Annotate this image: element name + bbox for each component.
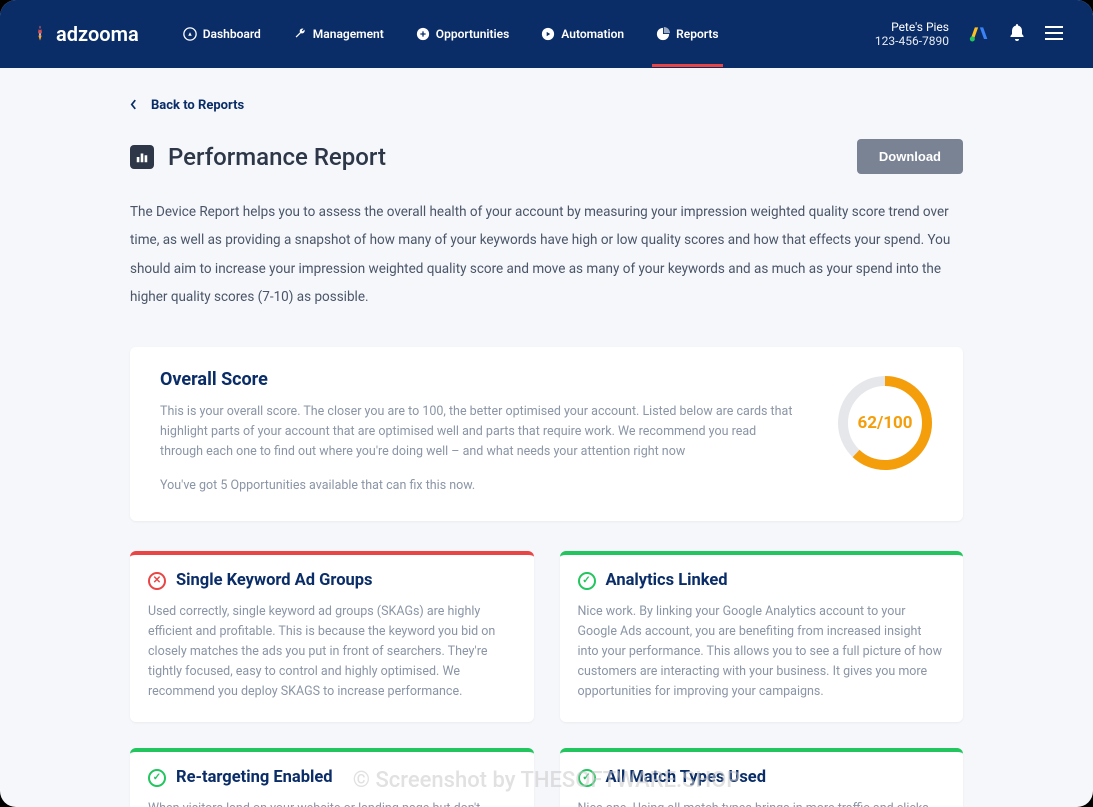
hamburger-icon[interactable] — [1045, 25, 1063, 44]
card-title: Re-targeting Enabled — [176, 768, 333, 787]
card-title: Single Keyword Ad Groups — [176, 571, 373, 590]
nav-reports[interactable]: Reports — [652, 19, 722, 49]
content-area: Back to Reports Performance Report Downl… — [0, 68, 1093, 807]
score-description: This is your overall score. The closer y… — [160, 402, 797, 462]
back-link[interactable]: Back to Reports — [130, 98, 963, 113]
card-body: When visitors land on your website or la… — [148, 799, 516, 807]
card-all-match-types: ✓ All Match Types Used Nice one. Using a… — [560, 748, 964, 807]
nav-label: Dashboard — [203, 27, 261, 41]
score-opportunities: You've got 5 Opportunities available tha… — [160, 478, 797, 493]
back-link-label: Back to Reports — [151, 98, 244, 113]
score-ring: 62/100 — [837, 375, 933, 471]
bar-chart-icon — [130, 145, 154, 169]
google-ads-icon[interactable] — [969, 25, 989, 43]
explore-icon — [183, 27, 197, 41]
nav-dashboard[interactable]: Dashboard — [179, 19, 265, 49]
card-analytics-linked: ✓ Analytics Linked Nice work. By linking… — [560, 551, 964, 722]
nav-label: Management — [313, 27, 384, 41]
pie-chart-icon — [656, 27, 670, 41]
card-title: Analytics Linked — [606, 571, 728, 590]
top-bar: adzooma Dashboard Management Opportuniti… — [0, 0, 1093, 68]
nav-label: Automation — [561, 27, 624, 41]
page-header: Performance Report Download — [130, 139, 963, 174]
page-description: The Device Report helps you to assess th… — [130, 198, 963, 311]
logo[interactable]: adzooma — [30, 22, 139, 46]
card-body: Nice one. Using all match types brings i… — [578, 799, 946, 807]
download-button[interactable]: Download — [857, 139, 963, 174]
error-icon: ✕ — [148, 572, 166, 590]
user-name: Pete's Pies — [875, 20, 949, 34]
nav-menu: Dashboard Management Opportunities Autom… — [179, 19, 875, 49]
wrench-icon — [293, 27, 307, 41]
score-title: Overall Score — [160, 369, 797, 390]
card-body: Nice work. By linking your Google Analyt… — [578, 602, 946, 702]
cards-grid: ✕ Single Keyword Ad Groups Used correctl… — [130, 551, 963, 807]
check-icon: ✓ — [578, 769, 596, 787]
check-icon: ✓ — [148, 769, 166, 787]
bell-icon[interactable] — [1009, 23, 1025, 46]
play-circle-icon — [541, 27, 555, 41]
overall-score-card: Overall Score This is your overall score… — [130, 347, 963, 521]
plus-circle-icon — [416, 27, 430, 41]
rocket-icon — [30, 22, 50, 46]
nav-label: Opportunities — [436, 27, 510, 41]
score-value: 62/100 — [857, 413, 912, 433]
user-info[interactable]: Pete's Pies 123-456-7890 — [875, 20, 949, 48]
brand-name: adzooma — [56, 22, 139, 46]
nav-automation[interactable]: Automation — [537, 19, 628, 49]
user-id: 123-456-7890 — [875, 34, 949, 48]
nav-management[interactable]: Management — [289, 19, 388, 49]
chevron-left-icon — [130, 99, 137, 113]
page-title: Performance Report — [168, 143, 386, 171]
check-icon: ✓ — [578, 572, 596, 590]
card-retargeting-enabled: ✓ Re-targeting Enabled When visitors lan… — [130, 748, 534, 807]
nav-label: Reports — [676, 27, 718, 41]
card-body: Used correctly, single keyword ad groups… — [148, 602, 516, 702]
card-single-keyword-ad-groups: ✕ Single Keyword Ad Groups Used correctl… — [130, 551, 534, 722]
user-section: Pete's Pies 123-456-7890 — [875, 20, 1063, 48]
nav-opportunities[interactable]: Opportunities — [412, 19, 514, 49]
card-title: All Match Types Used — [606, 768, 767, 787]
